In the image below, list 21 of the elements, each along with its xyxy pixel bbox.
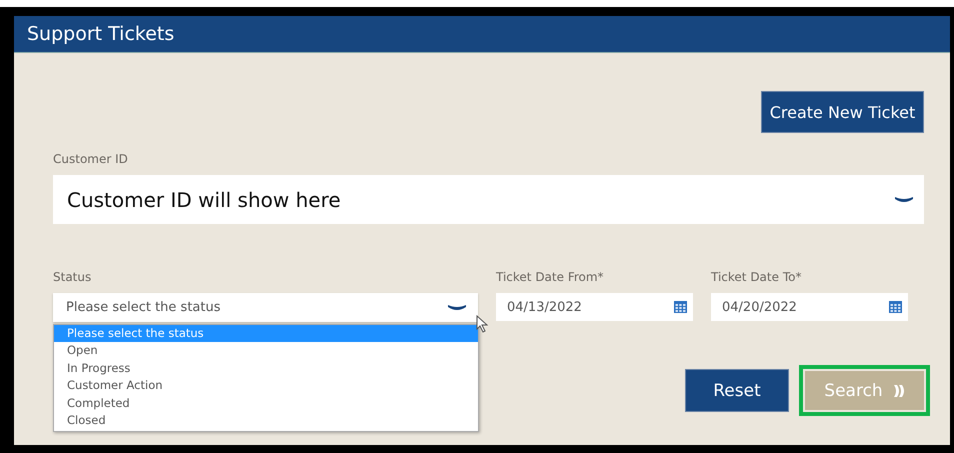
dropdown-option[interactable]: Open	[54, 342, 478, 360]
chevron-down-icon[interactable]	[448, 304, 466, 312]
date-field[interactable]: 04/13/2022	[496, 293, 693, 321]
field-label: Ticket Date From*	[496, 270, 605, 284]
status-select[interactable]: Please select the status	[53, 293, 478, 322]
create-ticket-button[interactable]: Create New Ticket	[761, 91, 924, 133]
dropdown-option[interactable]: Completed	[54, 394, 478, 412]
page-title: Support Tickets	[27, 23, 174, 45]
dropdown-option[interactable]: Closed	[54, 412, 478, 430]
field-label: Ticket Date To*	[711, 270, 802, 284]
chevron-down-icon[interactable]	[895, 196, 913, 204]
reset-button[interactable]: Reset	[685, 369, 789, 412]
customer-select[interactable]: Customer ID will show here	[53, 175, 924, 224]
calendar-icon[interactable]	[674, 301, 687, 313]
dropdown-option[interactable]: In Progress	[54, 360, 478, 378]
dropdown-option[interactable]: Customer Action	[54, 377, 478, 395]
field-label: Status	[53, 270, 92, 284]
date-field[interactable]: 04/20/2022	[711, 293, 908, 321]
field-label: Customer ID	[53, 152, 129, 166]
double-chevron-icon	[892, 384, 905, 398]
calendar-icon[interactable]	[889, 301, 902, 313]
